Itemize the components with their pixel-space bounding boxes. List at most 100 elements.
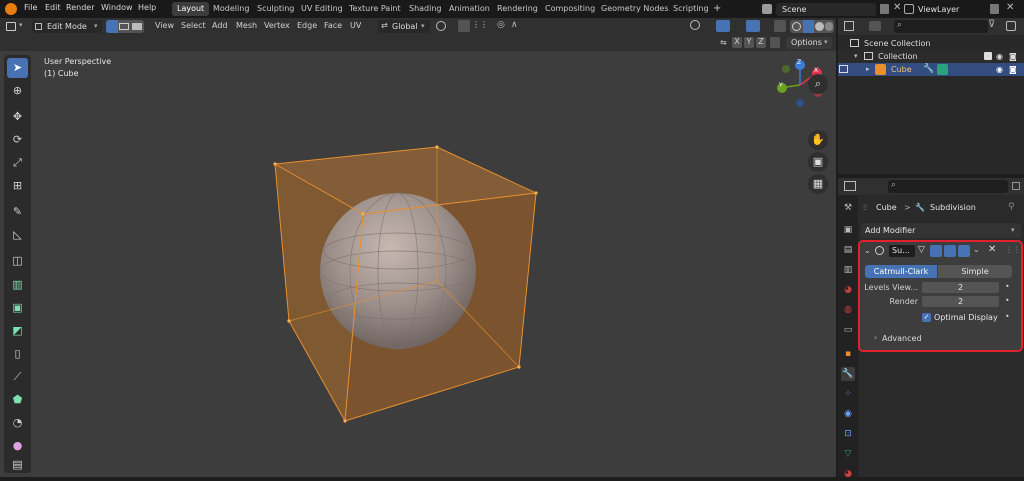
tab-scripting[interactable]: Scripting bbox=[668, 2, 714, 16]
solid-shading-icon[interactable] bbox=[803, 20, 814, 33]
perspective-toggle-icon[interactable]: ▦ bbox=[808, 174, 828, 194]
edit-mode-row-icon[interactable] bbox=[839, 65, 848, 73]
outliner-search-input[interactable]: ⌕ bbox=[894, 20, 988, 33]
outliner-row-collection[interactable]: ▾ Collection ◉ ◙ bbox=[838, 50, 1024, 63]
edge-select-icon[interactable] bbox=[119, 23, 129, 30]
render-toggle-icon[interactable] bbox=[958, 245, 970, 257]
keyframe-dot-icon[interactable]: • bbox=[1005, 296, 1010, 305]
proportional-edit-icon[interactable]: ◎ bbox=[497, 20, 505, 30]
annotate-icon[interactable]: ✎ bbox=[7, 202, 28, 222]
modifier-name-field[interactable]: Su... bbox=[889, 245, 915, 257]
tab-texture-paint[interactable]: Texture Paint bbox=[344, 2, 406, 16]
outliner-editor-icon[interactable] bbox=[844, 21, 854, 31]
output-tab-icon[interactable]: ▤ bbox=[841, 243, 855, 257]
edit-cage-icon[interactable]: ▽ bbox=[918, 245, 925, 255]
tab-uv-editing[interactable]: UV Editing bbox=[296, 2, 348, 16]
xray-toggle-icon[interactable] bbox=[774, 20, 786, 32]
transform-orientation-select[interactable]: ⇄ Global ▾ bbox=[378, 20, 430, 33]
copy-scene-icon[interactable] bbox=[880, 4, 889, 14]
menu-edge[interactable]: Edge bbox=[297, 21, 317, 30]
editor-type-button[interactable]: ▾ bbox=[4, 21, 28, 33]
menu-render[interactable]: Render bbox=[66, 3, 94, 12]
render-tab-icon[interactable]: ▣ bbox=[841, 223, 855, 237]
tab-animation[interactable]: Animation bbox=[444, 2, 495, 16]
menu-mesh[interactable]: Mesh bbox=[236, 21, 257, 30]
view-layer-tab-icon[interactable]: ▥ bbox=[841, 263, 855, 277]
edge-slide-icon[interactable]: ▤ bbox=[7, 455, 28, 475]
falloff-icon[interactable]: ∧ bbox=[511, 20, 518, 30]
checkbox-icon[interactable] bbox=[984, 52, 992, 60]
chevron-down-icon[interactable]: ⌄ bbox=[973, 245, 980, 254]
blender-logo-icon[interactable] bbox=[5, 3, 17, 15]
camera-icon[interactable]: ◙ bbox=[1009, 63, 1017, 76]
face-select-icon[interactable] bbox=[132, 23, 142, 30]
tool-tab-icon[interactable]: ⚒ bbox=[841, 201, 855, 215]
menu-file[interactable]: File bbox=[24, 3, 37, 12]
rendered-shading-icon[interactable] bbox=[825, 22, 833, 31]
menu-select[interactable]: Select bbox=[181, 21, 206, 30]
menu-edit[interactable]: Edit bbox=[45, 3, 61, 12]
advanced-subpanel-label[interactable]: Advanced bbox=[882, 334, 922, 343]
tab-modeling[interactable]: Modeling bbox=[208, 2, 254, 16]
rotate-icon[interactable]: ⟳ bbox=[7, 130, 28, 150]
transform-icon[interactable]: ⊞ bbox=[7, 176, 28, 196]
auto-merge-icon[interactable] bbox=[770, 37, 780, 48]
scale-icon[interactable]: ⤢ bbox=[7, 153, 28, 173]
material-tab-icon[interactable]: ◕ bbox=[841, 467, 855, 481]
remove-view-layer-icon[interactable]: ✕ bbox=[1006, 2, 1014, 13]
close-icon[interactable]: ✕ bbox=[988, 244, 996, 255]
optimal-display-checkbox[interactable]: ✓ bbox=[922, 313, 931, 322]
copy-view-layer-icon[interactable] bbox=[990, 4, 999, 14]
poly-build-icon[interactable]: ⬟ bbox=[7, 390, 28, 410]
inset-icon[interactable]: ▣ bbox=[7, 298, 28, 318]
scene-field[interactable]: Scene bbox=[776, 3, 876, 16]
properties-editor-icon[interactable] bbox=[844, 181, 856, 191]
add-workspace-button[interactable]: + bbox=[708, 2, 726, 16]
chevron-down-icon[interactable]: ⌄ bbox=[864, 246, 871, 255]
chevron-right-icon[interactable]: › bbox=[874, 333, 877, 342]
menu-window[interactable]: Window bbox=[101, 3, 133, 12]
extrude-icon[interactable]: ▥ bbox=[7, 275, 28, 295]
options-icon[interactable] bbox=[1012, 182, 1020, 190]
smooth-icon[interactable]: ● bbox=[7, 436, 28, 456]
object-tab-icon[interactable]: ▪ bbox=[841, 347, 855, 361]
scene-tab-icon[interactable]: ◕ bbox=[841, 283, 855, 297]
spin-icon[interactable]: ◔ bbox=[7, 413, 28, 433]
gizmo-toggle-icon[interactable] bbox=[716, 20, 730, 32]
bevel-icon[interactable]: ◩ bbox=[7, 321, 28, 341]
simple-tab[interactable]: Simple bbox=[938, 265, 1012, 278]
mode-select[interactable]: Edit Mode ▾ bbox=[32, 20, 102, 33]
wireframe-shading-icon[interactable] bbox=[792, 22, 801, 31]
3d-viewport[interactable]: User Perspective (1) Cube Z Y X bbox=[0, 51, 836, 477]
menu-help[interactable]: Help bbox=[138, 3, 156, 12]
close-icon[interactable]: ✕ bbox=[893, 2, 901, 13]
pan-hand-icon[interactable]: ✋ bbox=[808, 130, 828, 150]
eye-icon[interactable]: ◉ bbox=[996, 50, 1003, 63]
loop-cut-icon[interactable]: ▯ bbox=[7, 344, 28, 364]
options-dropdown[interactable]: Options ▾ bbox=[786, 37, 832, 49]
menu-vertex[interactable]: Vertex bbox=[264, 21, 290, 30]
data-tab-icon[interactable]: ▽ bbox=[841, 447, 855, 461]
mirror-x-toggle[interactable]: X bbox=[732, 37, 742, 48]
particles-tab-icon[interactable]: ⁘ bbox=[841, 387, 855, 401]
display-mode-icon[interactable] bbox=[869, 21, 881, 31]
camera-icon[interactable]: ◙ bbox=[1009, 50, 1017, 63]
zoom-icon[interactable]: ⌕ bbox=[808, 74, 828, 94]
world-tab-icon[interactable]: ◍ bbox=[841, 303, 855, 317]
constraints-tab-icon[interactable]: ⊡ bbox=[841, 427, 855, 441]
overlay-toggle-icon[interactable] bbox=[746, 20, 760, 32]
pin-icon[interactable]: ⚲ bbox=[1008, 202, 1015, 212]
tab-geometry-nodes[interactable]: Geometry Nodes bbox=[596, 2, 673, 16]
chevron-down-icon[interactable]: ▾ bbox=[854, 50, 858, 63]
catmull-clark-tab[interactable]: Catmull-Clark bbox=[865, 265, 937, 278]
menu-add[interactable]: Add bbox=[212, 21, 228, 30]
levels-viewport-field[interactable]: 2 bbox=[922, 282, 999, 293]
modifier-tab-icon[interactable]: 🔧 bbox=[841, 367, 855, 381]
tab-rendering[interactable]: Rendering bbox=[492, 2, 543, 16]
eye-icon[interactable]: ◉ bbox=[996, 63, 1003, 76]
tab-layout[interactable]: Layout bbox=[172, 2, 210, 16]
select-box-icon[interactable]: ➤ bbox=[7, 58, 28, 78]
menu-uv[interactable]: UV bbox=[350, 21, 361, 30]
move-icon[interactable]: ✥ bbox=[7, 107, 28, 127]
outliner-row-cube[interactable]: ▸ Cube 🔧 ◉ ◙ bbox=[838, 63, 1024, 76]
